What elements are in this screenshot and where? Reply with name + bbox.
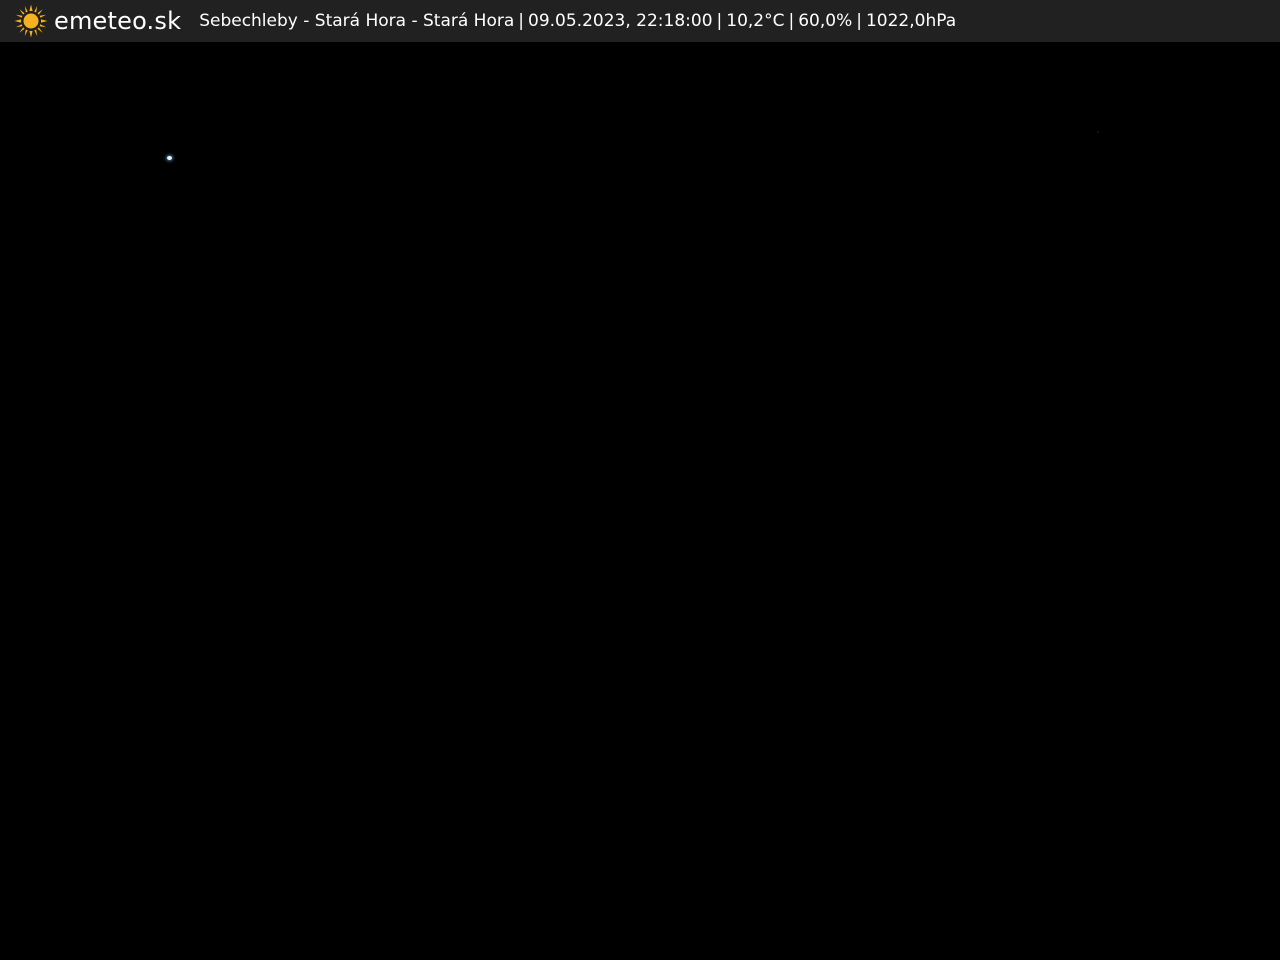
humidity-text: 60,0%	[798, 11, 853, 31]
sun-icon	[14, 4, 48, 38]
faint-light	[1097, 131, 1099, 133]
separator: |	[788, 11, 795, 31]
separator: |	[518, 11, 525, 31]
temperature-text: 10,2°C	[726, 11, 785, 31]
location-text: Sebechleby - Stará Hora - Stará Hora	[199, 11, 515, 31]
datetime-text: 09.05.2023, 22:18:00	[528, 11, 713, 31]
brand-logo: emeteo.sk	[14, 0, 181, 42]
caption-bar: emeteo.sk Sebechleby - Stará Hora - Star…	[0, 0, 1280, 42]
pressure-text: 1022,0hPa	[865, 11, 957, 31]
separator: |	[716, 11, 723, 31]
brand-name: emeteo.sk	[54, 7, 182, 35]
distant-light	[167, 156, 172, 160]
separator: |	[856, 11, 862, 31]
weather-caption: Sebechleby - Stará Hora - Stará Hora | 09.…	[199, 0, 956, 42]
webcam-frame: emeteo.sk Sebechleby - Stará Hora - Star…	[0, 0, 1280, 960]
night-camera-image	[0, 42, 1280, 960]
